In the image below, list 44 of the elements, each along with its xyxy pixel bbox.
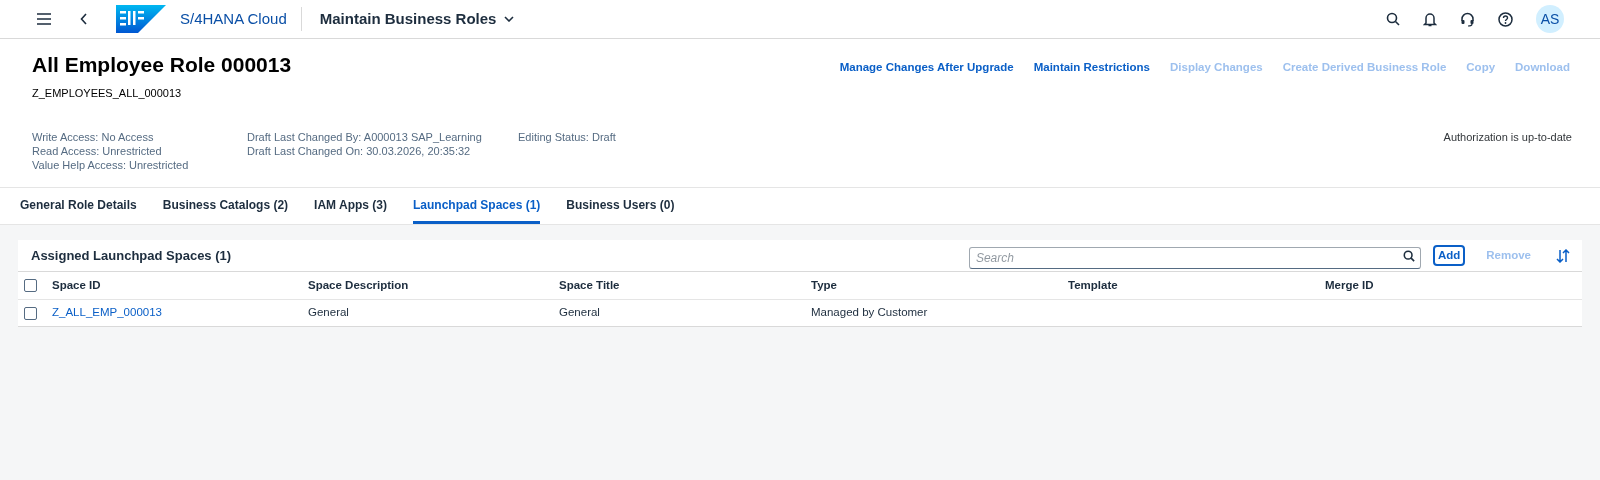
page-title: All Employee Role 000013 [32, 52, 292, 78]
logo-icon[interactable] [116, 5, 166, 33]
sort-icon[interactable] [1556, 248, 1570, 263]
search-icon[interactable] [1386, 12, 1400, 26]
tab[interactable]: IAM Apps (3) [314, 188, 387, 224]
table-title: Assigned Launchpad Spaces (1) [31, 246, 232, 265]
table-cell-text: Managed by Customer [811, 305, 929, 321]
checkbox[interactable] [24, 306, 37, 320]
table-button[interactable]: Add [1432, 244, 1466, 267]
app-title-menu[interactable]: Maintain Business Roles [319, 7, 515, 31]
info-text: Draft Last Changed On: 30.03.2026, 20:35:32 [247, 143, 472, 158]
tab[interactable]: Launchpad Spaces (1) [413, 188, 541, 224]
bell-icon[interactable] [1423, 11, 1437, 27]
column-header: Template [1068, 277, 1119, 293]
headset-icon[interactable] [1460, 11, 1475, 27]
checkbox[interactable] [24, 279, 37, 292]
avatar[interactable]: AS [1536, 5, 1564, 33]
info-text: Value Help Access: Unrestricted [32, 157, 190, 172]
column-header: Merge ID [1325, 277, 1375, 293]
action-link[interactable]: Manage Changes After Upgrade [839, 59, 1014, 77]
chevron-down-icon [504, 16, 515, 22]
tab[interactable]: Business Users (0) [566, 188, 675, 224]
column-header: Space Title [559, 277, 621, 293]
info-text: Editing Status: Draft [518, 129, 617, 144]
tab[interactable]: Business Catalogs (2) [162, 188, 289, 224]
help-icon[interactable] [1498, 11, 1513, 27]
menu-icon[interactable] [36, 12, 52, 26]
column-header: Type [811, 277, 838, 293]
tab[interactable]: General Role Details [20, 188, 137, 224]
info-text: Read Access: Unrestricted [32, 143, 163, 158]
status-text: Authorization is up-to-date [1443, 129, 1572, 145]
column-header: Space ID [52, 277, 102, 293]
product-name: S/4HANA Cloud [180, 8, 287, 29]
info-text: Write Access: No Access [32, 129, 155, 144]
search-field[interactable]: Search [968, 246, 1421, 269]
table-cell-text: General [559, 305, 601, 321]
role-id: Z_EMPLOYEES_ALL_000013 [32, 86, 183, 101]
action-link[interactable]: Maintain Restrictions [1033, 59, 1150, 77]
table-cell-text: General [308, 305, 350, 321]
search-icon[interactable] [1402, 249, 1415, 262]
back-icon[interactable] [80, 13, 88, 25]
space-link[interactable]: Z_ALL_EMP_000013 [52, 304, 308, 322]
column-header: Space Description [308, 277, 410, 293]
info-text: Draft Last Changed By: A000013 SAP_Learning [247, 129, 483, 144]
